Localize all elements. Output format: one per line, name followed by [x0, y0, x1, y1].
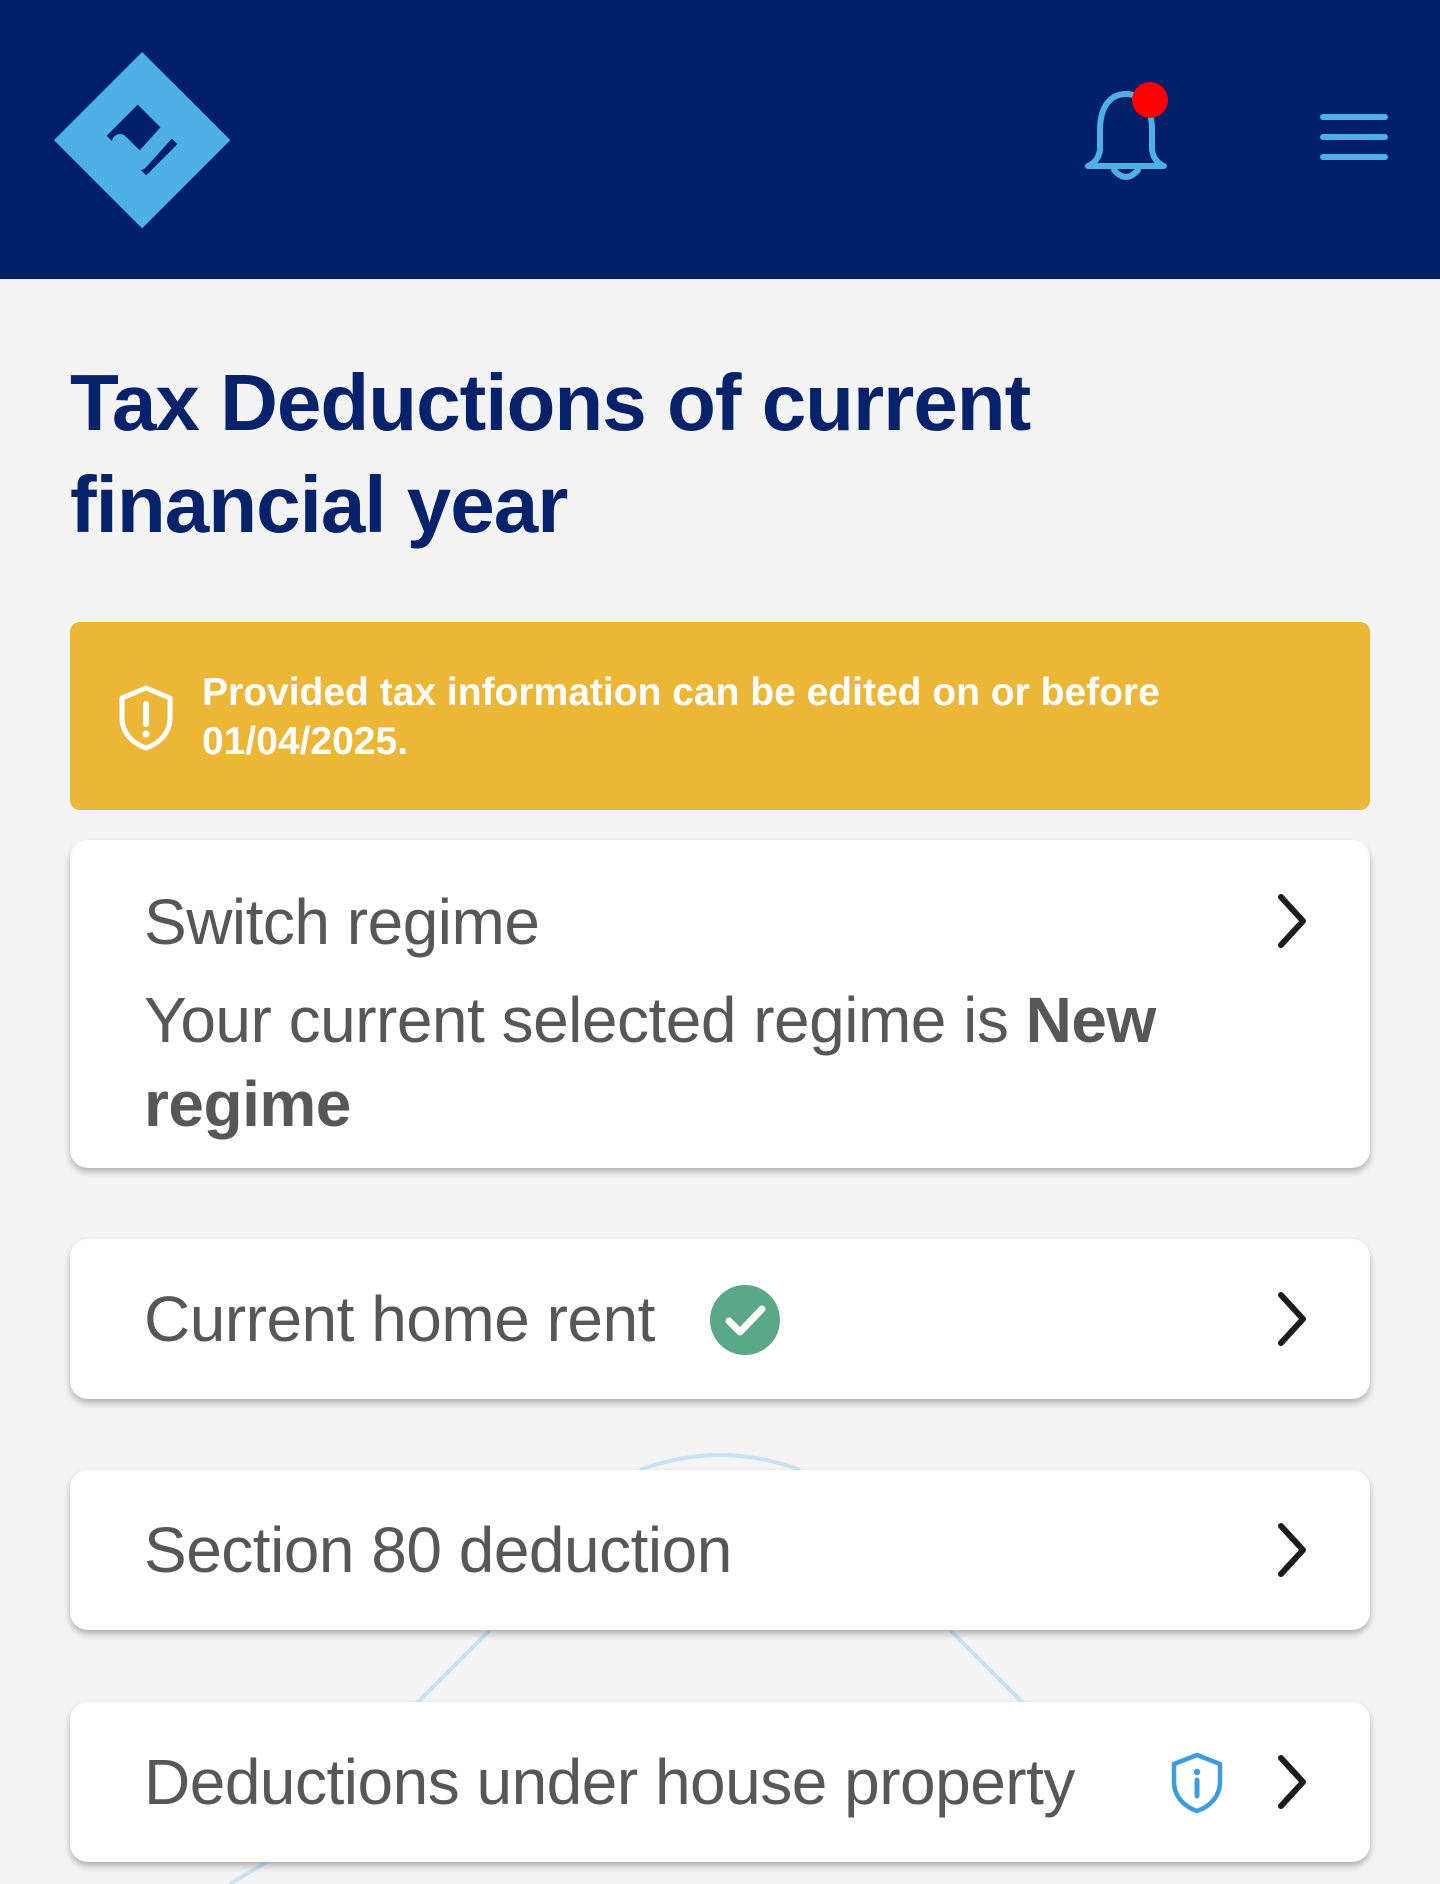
info-shield-icon[interactable] [1170, 1752, 1224, 1814]
notice-text: Provided tax information can be edited o… [202, 668, 1302, 766]
notice-date: 01/04/2025. [202, 720, 409, 763]
chevron-right-icon [1278, 1523, 1306, 1577]
hamburger-menu-icon[interactable] [1320, 114, 1388, 162]
chevron-right-icon [1278, 894, 1306, 948]
chevron-right-icon [1278, 1292, 1306, 1346]
check-circle-icon [710, 1285, 780, 1355]
bell-icon[interactable] [1080, 80, 1180, 190]
app-header [0, 0, 1440, 279]
section-80-deduction-title: Section 80 deduction [144, 1514, 732, 1586]
app-logo-icon[interactable] [52, 50, 232, 230]
chevron-right-icon [1278, 1755, 1306, 1809]
page-title: Tax Deductions of current financial year [70, 352, 1270, 556]
edit-deadline-notice: Provided tax information can be edited o… [70, 622, 1370, 810]
switch-regime-card[interactable]: Switch regime Your current selected regi… [70, 840, 1370, 1168]
current-regime-text: Your current selected regime is New regi… [144, 978, 1284, 1146]
current-regime-prefix: Your current selected regime is [144, 984, 1026, 1056]
current-home-rent-title: Current home rent [144, 1283, 655, 1355]
shield-alert-icon [119, 685, 173, 751]
house-property-deductions-title: Deductions under house property [144, 1746, 1075, 1818]
section-80-deduction-card[interactable]: Section 80 deduction [70, 1470, 1370, 1630]
current-home-rent-card[interactable]: Current home rent [70, 1239, 1370, 1399]
house-property-deductions-card[interactable]: Deductions under house property [70, 1702, 1370, 1862]
switch-regime-title: Switch regime [144, 886, 540, 958]
notice-line1: Provided tax information can be edited o… [202, 671, 1160, 714]
page-title-line2: financial year [70, 460, 568, 549]
page-title-line1: Tax Deductions of current [70, 358, 1031, 447]
notification-dot [1132, 82, 1168, 118]
